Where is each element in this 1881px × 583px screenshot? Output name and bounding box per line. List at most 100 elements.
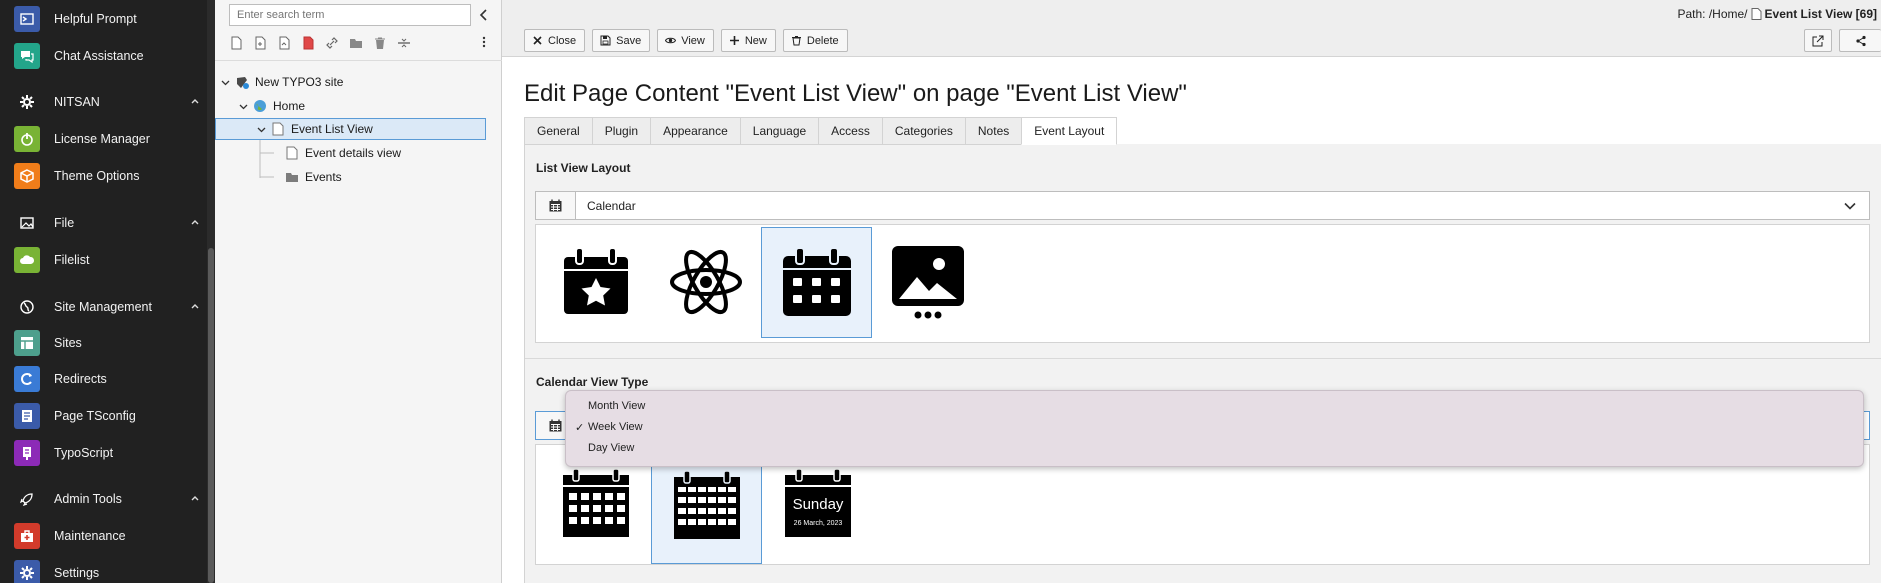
module-group-label: Admin Tools [54, 492, 122, 506]
module-label: Settings [54, 566, 100, 580]
module-theme-options[interactable]: Theme Options [14, 161, 204, 191]
share-button[interactable] [1839, 29, 1881, 52]
tree-node-event-list-view[interactable]: Event List View [255, 118, 373, 140]
typoscript-icon [14, 440, 40, 466]
module-chat-assistance[interactable]: Chat Assistance [14, 41, 204, 71]
module-label: Theme Options [54, 169, 140, 183]
calendar-star-icon [564, 247, 628, 314]
chevron-up-icon [191, 220, 199, 225]
view-option-month[interactable] [549, 457, 643, 551]
content-area: Path: /Home/ Event List View [69] Close … [502, 0, 1881, 583]
tree-node-home[interactable]: Home [237, 95, 305, 117]
module-filelist[interactable]: Filelist [14, 245, 204, 275]
module-label: TypoScript [54, 446, 114, 460]
module-group-label: Site Management [54, 300, 152, 314]
calendar-day-icon: Sunday 26 March, 2023 [785, 469, 851, 537]
tab-categories[interactable]: Categories [881, 117, 965, 145]
tab-language[interactable]: Language [739, 117, 819, 145]
calendar-view-type-label: Calendar View Type [536, 375, 649, 389]
medkit-icon [14, 523, 40, 549]
trash-icon [791, 36, 801, 46]
module-helpful-prompt[interactable]: Helpful Prompt [14, 4, 204, 34]
module-menu-scroll-thumb[interactable] [208, 248, 214, 583]
module-group-site-management[interactable]: Site Management [14, 292, 204, 322]
module-maintenance[interactable]: Maintenance [14, 521, 204, 551]
tab-access[interactable]: Access [818, 117, 882, 145]
chevron-down-icon[interactable] [219, 76, 231, 88]
image-icon [14, 210, 40, 236]
chevron-up-icon [191, 496, 199, 501]
save-button[interactable]: Save [592, 29, 651, 52]
chevron-down-icon[interactable] [255, 123, 267, 135]
save-icon [600, 35, 611, 46]
page-icon [1751, 8, 1762, 20]
layout-option-atom[interactable] [659, 235, 753, 329]
module-settings[interactable]: Settings [14, 558, 204, 583]
button-label: View [681, 34, 705, 47]
module-sites[interactable]: Sites [14, 328, 204, 358]
typo3-site-icon [235, 75, 249, 89]
cube-icon [14, 163, 40, 189]
module-label: Page TSconfig [54, 409, 136, 423]
prompt-icon [14, 6, 40, 32]
calendar-icon [782, 247, 851, 316]
view-button[interactable]: View [657, 29, 714, 52]
module-group-admin-tools[interactable]: Admin Tools [14, 484, 204, 514]
tab-general[interactable]: General [524, 117, 592, 145]
tab-appearance[interactable]: Appearance [650, 117, 740, 145]
close-button[interactable]: Close [524, 29, 586, 52]
chevron-down-icon[interactable] [237, 100, 249, 112]
page-tree: New TYPO3 site Home Event List View Even… [215, 0, 502, 583]
tree-node-event-details-view[interactable]: Event details view [285, 142, 401, 164]
tsconfig-icon [14, 403, 40, 429]
chevron-down-icon [1844, 202, 1856, 210]
module-group-file[interactable]: File [14, 208, 204, 238]
new-button[interactable]: New [720, 29, 776, 52]
layout-option-gallery[interactable] [881, 235, 975, 329]
external-link-icon [1812, 35, 1824, 46]
tab-plugin[interactable]: Plugin [591, 117, 651, 145]
dropdown-option-day-view[interactable]: Day View [588, 442, 634, 454]
module-group-label: File [54, 216, 75, 230]
module-group-nitsan[interactable]: NITSAN [14, 87, 204, 117]
list-view-layout-select[interactable]: Calendar [535, 191, 1870, 220]
module-menu: Helpful Prompt Chat Assistance NITSAN Li… [0, 0, 215, 583]
eye-icon [665, 37, 677, 44]
power-icon [14, 126, 40, 152]
day-icon-date: 26 March, 2023 [794, 520, 843, 527]
chevron-up-icon [191, 99, 199, 104]
breadcrumb: Path: /Home/ Event List View [69] [1677, 7, 1877, 21]
dropdown-option-week-view[interactable]: Week View [588, 421, 643, 433]
calendar-small-icon [536, 192, 576, 219]
layout-option-featured[interactable] [549, 235, 643, 329]
module-redirects[interactable]: Redirects [14, 364, 204, 394]
list-view-layout-value: Calendar [587, 198, 636, 213]
chat-icon [14, 43, 40, 69]
open-new-window-button[interactable] [1804, 29, 1832, 52]
layout-option-calendar[interactable] [761, 227, 872, 338]
settings-icon [14, 560, 40, 583]
calendar-month-icon [563, 469, 629, 537]
gallery-image-icon [892, 246, 964, 319]
gear-icon [14, 89, 40, 115]
module-label: Redirects [54, 372, 107, 386]
form-tabs: General Plugin Appearance Language Acces… [524, 117, 1118, 145]
atom-icon [670, 249, 742, 315]
page-icon [271, 122, 285, 136]
tab-notes[interactable]: Notes [964, 117, 1022, 145]
rocket-icon [14, 486, 40, 512]
cloud-icon [14, 247, 40, 273]
path-current-page[interactable]: Event List View [69] [1765, 7, 1877, 21]
tree-node-site-root[interactable]: New TYPO3 site [219, 71, 343, 93]
dropdown-option-month-view[interactable]: Month View [588, 400, 645, 412]
view-option-day[interactable]: Sunday 26 March, 2023 [771, 457, 865, 551]
delete-button[interactable]: Delete [782, 29, 848, 52]
tree-node-events[interactable]: Events [285, 166, 342, 188]
module-typoscript[interactable]: TypoScript [14, 438, 204, 468]
button-label: New [744, 34, 767, 47]
module-group-label: NITSAN [54, 95, 100, 109]
tab-event-layout[interactable]: Event Layout [1021, 117, 1118, 145]
module-page-tsconfig[interactable]: Page TSconfig [14, 401, 204, 431]
calendar-week-icon [673, 470, 740, 539]
module-license-manager[interactable]: License Manager [14, 124, 204, 154]
